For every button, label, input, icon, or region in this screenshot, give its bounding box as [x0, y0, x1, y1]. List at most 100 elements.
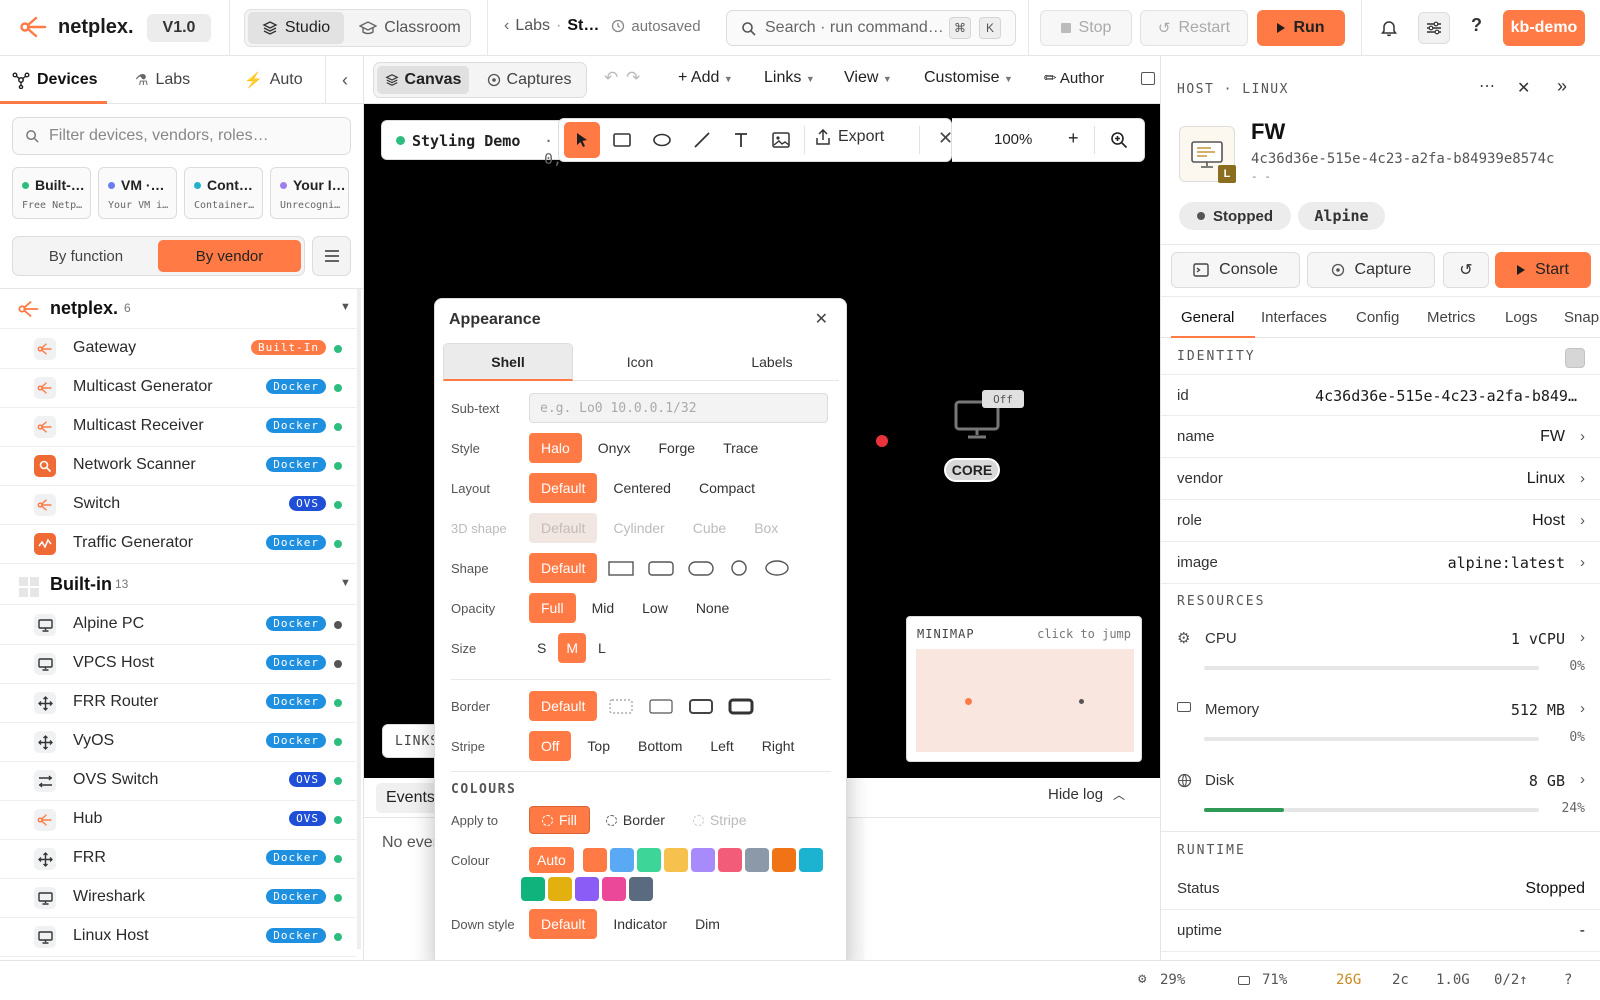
apply-fill[interactable]: Fill	[529, 806, 590, 834]
zoom-level[interactable]: 100%	[994, 131, 1032, 148]
prop-row[interactable]: vendor Linux ›	[1161, 458, 1600, 500]
shape3d-option[interactable]: Box	[742, 513, 790, 543]
close-icon[interactable]: ✕	[1517, 78, 1530, 98]
border-thin-icon[interactable]	[647, 697, 675, 715]
resource-disk[interactable]: Disk 8 GB › 24%	[1161, 755, 1600, 825]
device-row[interactable]: FRR Router Docker	[0, 683, 356, 723]
tab-captures[interactable]: Captures	[475, 66, 583, 94]
undo-icon[interactable]: ↶	[604, 68, 618, 88]
minimap[interactable]: MINIMAP click to jump	[906, 616, 1142, 762]
device-row[interactable]: OVS Switch OVS	[0, 761, 356, 801]
opacity-option[interactable]: Low	[630, 593, 680, 623]
device-row[interactable]: Traffic Generator Docker	[0, 524, 356, 564]
bell-icon[interactable]	[1380, 19, 1398, 37]
inspector-tab[interactable]: Interfaces	[1261, 309, 1327, 326]
size-option[interactable]: S	[529, 633, 554, 663]
shape-rounded-icon[interactable]	[647, 559, 675, 577]
rectangle-tool-icon[interactable]	[613, 133, 631, 147]
shape3d-option[interactable]: Cube	[681, 513, 738, 543]
toggle-by-vendor[interactable]: By vendor	[158, 240, 301, 272]
close-icon[interactable]: ✕	[815, 309, 828, 329]
device-row[interactable]: Network Scanner Docker	[0, 446, 356, 486]
device-row[interactable]: Hub OVS	[0, 800, 356, 840]
list-view-button[interactable]	[312, 236, 351, 276]
stripe-option[interactable]: Top	[575, 731, 622, 761]
brand-logo[interactable]: netplex.	[20, 14, 134, 40]
menu-customise[interactable]: Customise ▼	[924, 69, 1013, 87]
prop-row[interactable]: name FW ›	[1161, 416, 1600, 458]
left-scrollbar[interactable]	[357, 289, 361, 949]
collapse-panel-button[interactable]: ‹	[325, 56, 363, 104]
size-option[interactable]: M	[558, 633, 587, 663]
zoom-in-button[interactable]: +	[1068, 128, 1079, 149]
size-option[interactable]: L	[590, 633, 614, 663]
style-option[interactable]: Forge	[646, 433, 707, 463]
inspector-tab[interactable]: General	[1181, 309, 1234, 326]
user-button[interactable]: kb-demo	[1503, 10, 1585, 46]
device-row[interactable]: VPCS Host Docker	[0, 644, 356, 684]
tab-icon[interactable]: Icon	[575, 343, 705, 381]
colour-swatch[interactable]	[745, 848, 769, 872]
style-option[interactable]: Trace	[711, 433, 770, 463]
shape-rect-icon[interactable]	[607, 559, 635, 577]
close-icon[interactable]: ✕	[938, 128, 953, 149]
shape-circle-icon[interactable]	[727, 559, 751, 577]
tab-labs[interactable]: ⚗ Labs	[123, 56, 202, 104]
settings-sliders-button[interactable]	[1418, 12, 1450, 44]
chevron-left-icon[interactable]: ‹	[504, 17, 509, 35]
help-button[interactable]: ?	[1471, 15, 1482, 36]
menu-view[interactable]: View ▼	[844, 69, 892, 87]
builtin-group-header[interactable]: Built-in 13 ▼	[0, 565, 356, 605]
device-row[interactable]: Multicast Receiver Docker	[0, 407, 356, 447]
colour-auto[interactable]: Auto	[529, 847, 574, 873]
inspector-tab[interactable]: Metrics	[1427, 309, 1475, 326]
device-row[interactable]: Multicast Generator Docker	[0, 368, 356, 408]
layout-option[interactable]: Compact	[687, 473, 767, 503]
apply-border[interactable]: Border	[594, 805, 677, 835]
prop-row[interactable]: image alpine:latest ›	[1161, 542, 1600, 584]
device-row[interactable]: Wireshark Docker	[0, 878, 356, 918]
source-card[interactable]: Cont… Container…	[184, 167, 263, 219]
link-endpoint-dot[interactable]	[876, 435, 888, 447]
tab-auto[interactable]: ⚡ Auto	[232, 56, 315, 104]
breadcrumb-current[interactable]: St…	[567, 17, 599, 35]
colour-swatch[interactable]	[664, 848, 688, 872]
device-row[interactable]: Linux Host Docker	[0, 917, 356, 957]
reset-button[interactable]: ↺	[1443, 252, 1489, 288]
shape-default[interactable]: Default	[529, 553, 598, 583]
inspector-tab[interactable]: Snap	[1564, 309, 1599, 326]
status-help[interactable]: ?	[1564, 972, 1572, 988]
breadcrumb-labs[interactable]: Labs	[515, 17, 550, 35]
border-thick-icon[interactable]	[727, 697, 755, 715]
shape3d-option[interactable]: Cylinder	[601, 513, 676, 543]
down-option[interactable]: Default	[529, 909, 598, 939]
down-option[interactable]: Dim	[683, 909, 732, 939]
redo-icon[interactable]: ↷	[626, 68, 640, 88]
layout-option[interactable]: Default	[529, 473, 598, 503]
capture-button[interactable]: Capture	[1307, 252, 1435, 288]
device-row[interactable]: Alpine PC Docker	[0, 605, 356, 645]
source-card[interactable]: Built-… Free Netp…	[12, 167, 91, 219]
start-button[interactable]: Start	[1495, 252, 1591, 288]
mode-tab-studio[interactable]: Studio	[248, 12, 344, 44]
colour-swatch[interactable]	[575, 877, 599, 901]
tab-events[interactable]: Events	[376, 783, 440, 813]
colour-swatch[interactable]	[521, 877, 545, 901]
opacity-option[interactable]: Mid	[580, 593, 627, 623]
mode-tab-classroom[interactable]: Classroom	[352, 12, 468, 44]
style-option[interactable]: Halo	[529, 433, 582, 463]
host-node[interactable]: Off CORE	[930, 400, 1026, 496]
colour-swatch[interactable]	[637, 848, 661, 872]
shape3d-option[interactable]: Default	[529, 513, 598, 543]
colour-swatch[interactable]	[772, 848, 796, 872]
stripe-option[interactable]: Right	[750, 731, 807, 761]
expand-icon[interactable]: »	[1557, 76, 1567, 97]
vendor-group-header[interactable]: netplex. 6 ▼	[0, 289, 356, 329]
stripe-option[interactable]: Bottom	[626, 731, 694, 761]
colour-swatch[interactable]	[691, 848, 715, 872]
hide-log-button[interactable]: Hide log ︿	[1048, 786, 1125, 803]
source-card[interactable]: VM ·… Your VM i…	[98, 167, 177, 219]
inspector-tab[interactable]: Config	[1356, 309, 1399, 326]
text-tool-icon[interactable]	[733, 132, 749, 148]
colour-swatch[interactable]	[602, 877, 626, 901]
